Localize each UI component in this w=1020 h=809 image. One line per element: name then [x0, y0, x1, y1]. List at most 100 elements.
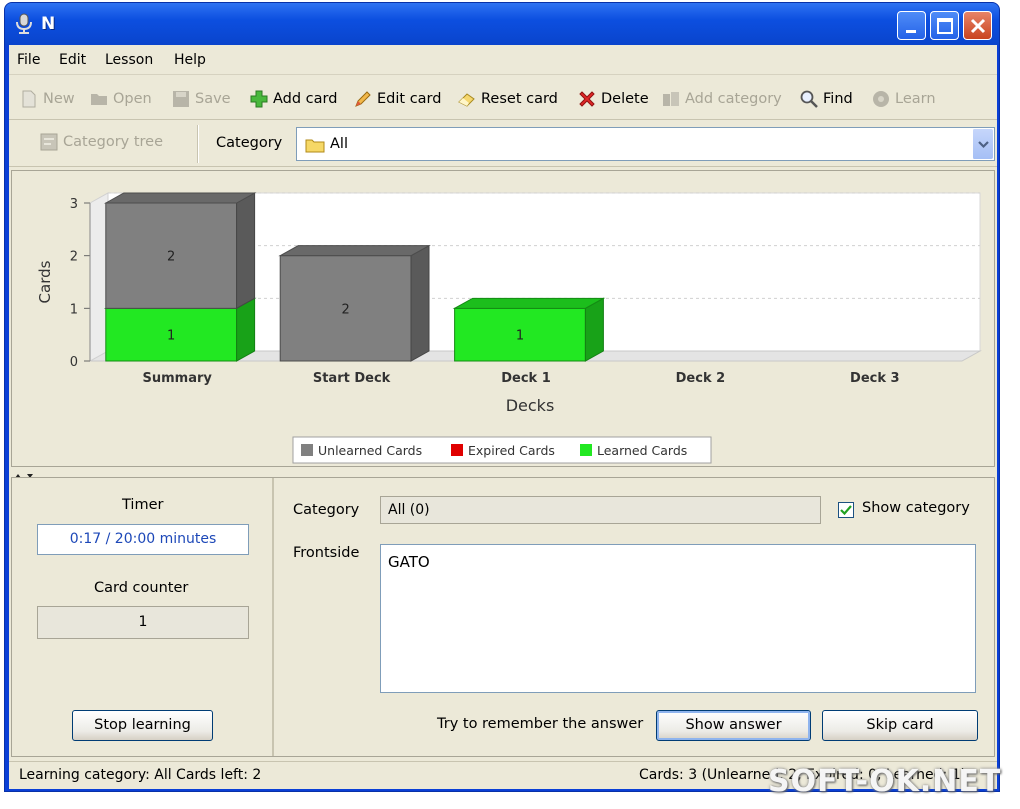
reset-card-button[interactable]: Reset card [457, 87, 558, 111]
category-tree-label: Category tree [63, 134, 164, 150]
category-tree-button[interactable]: Category tree [39, 130, 163, 154]
show-category-checkbox[interactable] [838, 502, 854, 518]
close-icon [970, 18, 986, 34]
learn-label: Learn [895, 91, 936, 107]
chart-legend: Unlearned Cards Expired Cards Learned Card… [292, 436, 712, 464]
eraser-icon [458, 93, 475, 107]
card-category-field: All (0) [380, 496, 821, 524]
maximize-icon [937, 18, 953, 34]
window-title: N [41, 14, 56, 34]
category-bar: Category tree Category All [9, 121, 997, 167]
microphone-app-icon [16, 13, 32, 34]
find-button[interactable]: Find [799, 87, 853, 111]
legend-item-label: Unlearned Cards [318, 443, 422, 458]
legend-item-label: Learned Cards [597, 443, 687, 458]
add-card-button[interactable]: Add card [249, 87, 337, 111]
x-tick-label: Start Deck [313, 371, 391, 386]
delete-label: Delete [601, 91, 649, 107]
frontside-label: Frontside [293, 545, 360, 561]
learn-button[interactable]: Learn [871, 87, 936, 111]
card-counter-display: 1 [37, 606, 249, 639]
bar-value-label: 2 [341, 302, 349, 317]
splitter-handle[interactable] [9, 469, 997, 478]
close-button[interactable] [963, 11, 992, 40]
bar-top [452, 297, 606, 309]
edit-card-label: Edit card [377, 91, 442, 107]
hint-text: Try to remember the answer [437, 716, 644, 732]
new-file-icon [22, 90, 36, 108]
menu-bar: File Edit Lesson Help [9, 45, 997, 75]
x-axis-label: Decks [506, 396, 555, 415]
reset-card-label: Reset card [481, 91, 558, 107]
toolbar: New Open Save Add card Edit card Reset c… [9, 76, 997, 120]
checkmark-icon [840, 505, 852, 516]
y-tick-label: 0 [70, 355, 78, 370]
x-tick-label: Deck 1 [501, 371, 551, 386]
minimize-icon [906, 30, 916, 33]
bar-value-label: 1 [167, 329, 175, 344]
x-tick-label: Deck 2 [676, 371, 726, 386]
client-area: File Edit Lesson Help New Open Save Add … [9, 45, 997, 789]
legend-swatch [580, 444, 592, 456]
learn-icon [873, 91, 889, 107]
save-disk-icon [173, 91, 189, 107]
stop-learning-button[interactable]: Stop learning [72, 710, 213, 741]
show-answer-button[interactable]: Show answer [656, 710, 811, 741]
menu-help[interactable]: Help [174, 52, 206, 68]
toolbar-separator [197, 125, 199, 163]
add-category-label: Add category [685, 91, 782, 107]
frontside-text[interactable]: GATO [380, 544, 976, 693]
bar-chart: 0 1 2 3 Cards 1 2 Summary 2 Start Deck 1 Deck 1 Deck… [36, 192, 982, 464]
menu-file[interactable]: File [17, 52, 40, 68]
app-window: N File Edit Lesson Help New Open Save Ad… [4, 2, 1000, 792]
skip-card-button[interactable]: Skip card [822, 710, 978, 741]
minimize-button[interactable] [897, 11, 926, 40]
search-icon [800, 90, 818, 108]
y-tick-label: 1 [70, 302, 78, 317]
legend-item-label: Expired Cards [468, 443, 555, 458]
add-category-button[interactable]: Add category [661, 87, 782, 111]
open-button[interactable]: Open [89, 87, 152, 111]
y-tick-label: 2 [70, 250, 78, 265]
add-card-label: Add card [273, 91, 338, 107]
new-label: New [43, 91, 75, 107]
card-category-label: Category [293, 502, 360, 518]
save-button[interactable]: Save [171, 87, 231, 111]
save-label: Save [195, 91, 231, 107]
x-tick-label: Summary [143, 371, 213, 386]
category-select[interactable]: All [296, 127, 995, 161]
legend-swatch [301, 444, 313, 456]
menu-lesson[interactable]: Lesson [105, 52, 153, 68]
learning-panel: Timer 0:17 / 20:00 minutes Card counter … [11, 477, 995, 757]
tree-icon [40, 133, 58, 151]
y-tick-label: 3 [70, 197, 78, 212]
show-category-label: Show category [862, 500, 970, 516]
y-axis-label: Cards [36, 260, 54, 303]
chart-side-wall [89, 192, 109, 362]
bar-side [410, 244, 430, 362]
status-left: Learning category: All Cards left: 2 [19, 767, 262, 783]
title-bar[interactable]: N [5, 3, 999, 45]
bar-side [236, 297, 256, 362]
menu-edit[interactable]: Edit [59, 52, 86, 68]
dropdown-arrow-button[interactable] [972, 129, 993, 159]
category-label: Category [216, 135, 283, 151]
timer-display: 0:17 / 20:00 minutes [37, 524, 249, 555]
bar-top [278, 245, 431, 257]
timer-label: Timer [122, 497, 164, 513]
edit-card-button[interactable]: Edit card [353, 87, 441, 111]
watermark-logo: SOFT-OK.NET [768, 764, 1002, 799]
find-label: Find [823, 91, 853, 107]
x-tick-label: Deck 3 [850, 371, 900, 386]
bar-side [584, 297, 604, 362]
bar-value-label: 1 [516, 329, 524, 344]
folder-icon [305, 139, 325, 153]
plus-icon [250, 90, 268, 108]
delete-button[interactable]: Delete [577, 87, 649, 111]
bar-side [236, 192, 256, 310]
card-view: Category All (0) Show category Frontside… [276, 478, 994, 756]
maximize-button[interactable] [930, 11, 959, 40]
new-button[interactable]: New [19, 87, 75, 111]
card-counter-label: Card counter [94, 580, 189, 596]
legend-swatch [451, 444, 463, 456]
